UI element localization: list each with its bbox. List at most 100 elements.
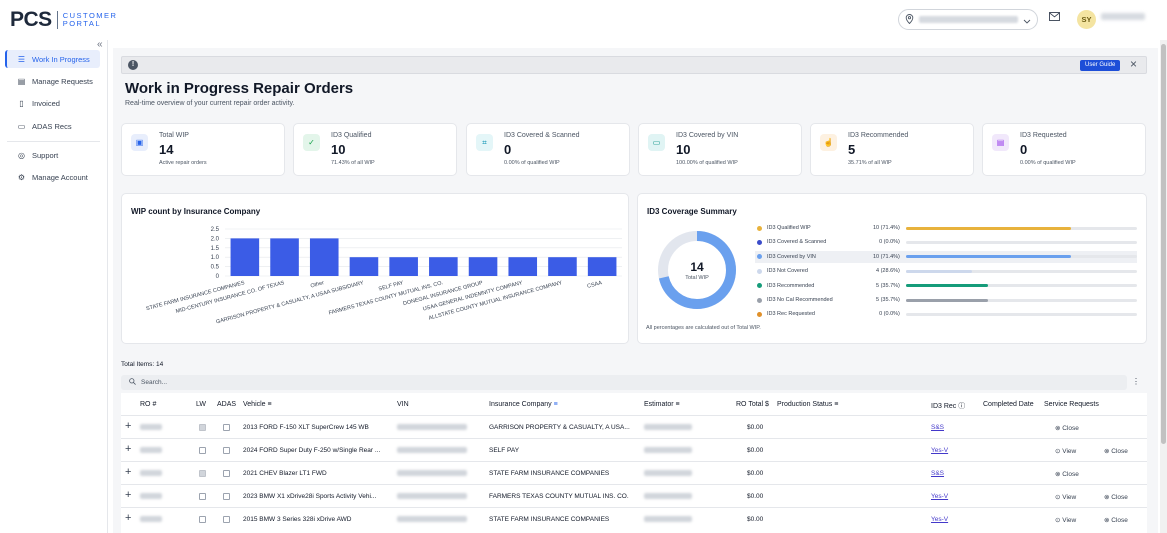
table-row[interactable]: +2013 FORD F-150 XLT SuperCrew 145 WB GAR… (121, 415, 1147, 438)
insurance-cell: FARMERS TEXAS COUNTY MUTUAL INS. CO. (489, 493, 629, 500)
sidebar-item-manage-requests[interactable]: ▤ Manage Requests (5, 72, 100, 90)
adas-checkbox[interactable] (223, 516, 230, 523)
table-row[interactable]: +2024 FORD Super Duty F-250 w/Single Rea… (121, 438, 1147, 461)
column-header-estimator[interactable]: Estimator ≡ (644, 401, 680, 408)
shield-check-icon: ✓ (303, 134, 320, 151)
lw-checkbox[interactable] (199, 493, 206, 500)
view-button[interactable]: ⊙ View (1055, 493, 1076, 501)
lw-checkbox[interactable] (199, 447, 206, 454)
bar[interactable] (429, 257, 458, 276)
search-input[interactable]: Search... (121, 375, 1127, 390)
lw-checkbox[interactable] (199, 470, 206, 477)
filter-active-icon[interactable]: ≡ (554, 401, 558, 408)
kpi-note: 0.00% of qualified WIP (504, 160, 560, 166)
header-label: Production Status (777, 401, 833, 408)
close-request-button[interactable]: ⊗ Close (1104, 493, 1128, 501)
mail-icon[interactable] (1049, 12, 1060, 24)
adas-checkbox[interactable] (223, 493, 230, 500)
bar[interactable] (349, 257, 379, 276)
coverage-row-name: ID3 Recommended (766, 282, 815, 289)
adas-checkbox[interactable] (223, 424, 230, 431)
bar[interactable] (389, 257, 418, 276)
column-header-service-requests[interactable]: Service Requests (1044, 401, 1099, 408)
kpi-note: 71.43% of all WIP (331, 160, 375, 166)
column-header-insurance[interactable]: Insurance Company ≡ (489, 401, 558, 408)
bar[interactable] (548, 257, 577, 276)
column-header-id3-rec[interactable]: ID3 Rec ⓘ (931, 401, 965, 411)
bar[interactable] (468, 257, 498, 276)
progress-fill (905, 255, 1071, 259)
id3-rec-link[interactable]: S&S (931, 424, 944, 431)
collapse-sidebar-icon[interactable]: « (97, 39, 103, 50)
id3-rec-link[interactable]: S&S (931, 470, 944, 477)
close-request-button[interactable]: ⊗ Close (1055, 424, 1079, 432)
sidebar-item-adas-recs[interactable]: ▭ ADAS Recs (5, 117, 100, 135)
scrollbar-thumb[interactable] (1161, 44, 1166, 444)
column-header-adas[interactable]: ADAS (217, 401, 236, 408)
location-selector[interactable] (898, 9, 1038, 30)
expand-row-icon[interactable]: + (125, 466, 131, 478)
page-scrollbar[interactable] (1160, 40, 1167, 533)
adas-checkbox[interactable] (223, 470, 230, 477)
id3-rec-link[interactable]: Yes-V (931, 493, 948, 500)
user-name-redacted[interactable] (1101, 13, 1145, 20)
column-header-production-status[interactable]: Production Status ≡ (777, 401, 838, 408)
user-guide-button[interactable]: User Guide (1080, 60, 1121, 71)
filter-icon[interactable]: ≡ (268, 401, 272, 408)
view-label: View (1062, 494, 1077, 501)
id3-rec-link[interactable]: Yes-V (931, 516, 948, 523)
close-banner-icon[interactable]: × (1130, 57, 1137, 71)
ro-number-redacted[interactable] (140, 424, 162, 430)
table-row[interactable]: +2021 CHEV Blazer LT1 FWD STATE FARM INSU… (121, 461, 1147, 484)
view-button[interactable]: ⊙ View (1055, 447, 1076, 455)
column-header-vin[interactable]: VIN (397, 401, 409, 408)
app-logo[interactable]: PCS CUSTOMER PORTAL (10, 8, 117, 32)
lw-checkbox[interactable] (199, 424, 206, 431)
header-label: Estimator (644, 401, 674, 408)
expand-row-icon[interactable]: + (125, 420, 131, 432)
sidebar-item-invoiced[interactable]: ▯ Invoiced (5, 94, 100, 112)
kpi-card-id3-covered-scanned: ⌗ ID3 Covered & Scanned 0 0.00% of quali… (466, 123, 630, 176)
column-header-ro[interactable]: RO # (140, 401, 156, 408)
bar[interactable] (270, 238, 299, 276)
location-name-redacted (919, 16, 1018, 23)
adas-checkbox[interactable] (223, 447, 230, 454)
kpi-value: 0 (1020, 142, 1028, 157)
close-request-button[interactable]: ⊗ Close (1104, 447, 1128, 455)
table-row[interactable]: +2023 BMW X1 xDrive28i Sports Activity V… (121, 484, 1147, 507)
bar[interactable] (587, 257, 617, 276)
info-circle-icon[interactable]: ⓘ (958, 403, 965, 410)
sidebar-item-work-in-progress[interactable]: ☰ Work In Progress (5, 50, 100, 68)
expand-row-icon[interactable]: + (125, 443, 131, 455)
ro-number-redacted[interactable] (140, 447, 162, 453)
column-header-ro-total[interactable]: RO Total $ (736, 401, 769, 408)
vin-redacted (397, 516, 467, 522)
total-items-count: Total Items: 14 (121, 361, 164, 368)
bar[interactable] (508, 257, 538, 276)
column-header-completed-date[interactable]: Completed Date (983, 401, 1034, 408)
id3-rec-link[interactable]: Yes-V (931, 447, 948, 454)
close-request-button[interactable]: ⊗ Close (1104, 516, 1128, 524)
expand-row-icon[interactable]: + (125, 489, 131, 501)
expand-row-icon[interactable]: + (125, 512, 131, 524)
ro-number-redacted[interactable] (140, 470, 162, 476)
filter-icon[interactable]: ≡ (834, 401, 838, 408)
bar[interactable] (309, 238, 339, 276)
column-header-vehicle[interactable]: Vehicle ≡ (243, 401, 272, 408)
ro-number-redacted[interactable] (140, 516, 162, 522)
view-button[interactable]: ⊙ View (1055, 516, 1076, 524)
table-row[interactable]: +2015 BMW 3 Series 328i xDrive AWD STATE … (121, 507, 1147, 530)
more-options-icon[interactable]: ⋮ (1132, 377, 1140, 386)
bar[interactable] (230, 238, 260, 276)
search-placeholder: Search... (141, 379, 168, 386)
column-header-lw[interactable]: LW (196, 401, 206, 408)
sidebar-item-support[interactable]: ◎ Support (5, 146, 100, 164)
lw-checkbox[interactable] (199, 516, 206, 523)
sidebar: « ☰ Work In Progress ▤ Manage Requests ▯… (0, 39, 108, 533)
ro-number-redacted[interactable] (140, 493, 162, 499)
avatar[interactable]: SY (1077, 10, 1096, 29)
close-request-button[interactable]: ⊗ Close (1055, 470, 1079, 478)
filter-icon[interactable]: ≡ (676, 401, 680, 408)
sidebar-item-manage-account[interactable]: ⚙ Manage Account (5, 168, 100, 186)
kpi-value: 0 (504, 142, 512, 157)
